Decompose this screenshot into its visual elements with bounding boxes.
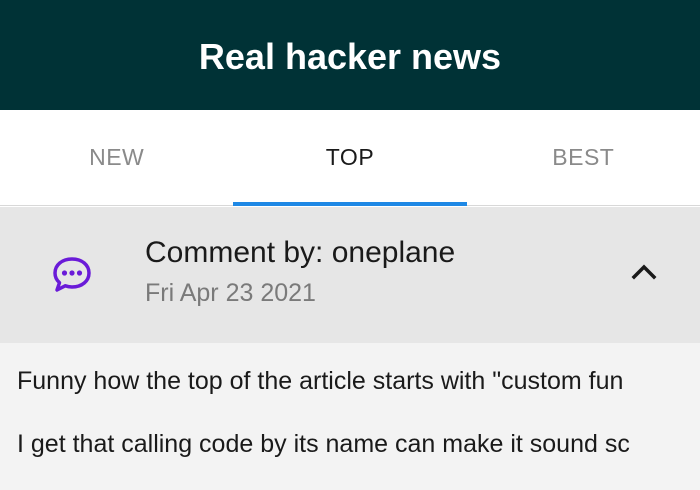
- comment-dots-icon: [53, 257, 91, 292]
- tab-bar: NEW TOP BEST: [0, 110, 700, 206]
- chevron-up-icon[interactable]: [628, 259, 660, 283]
- comment-paragraph: I get that calling code by its name can …: [17, 430, 630, 458]
- comment-header[interactable]: [0, 207, 700, 343]
- comment-date: Fri Apr 23 2021: [145, 279, 316, 307]
- tab-new-label: NEW: [89, 144, 145, 170]
- tab-top-label: TOP: [325, 144, 375, 170]
- tab-new[interactable]: NEW: [0, 110, 233, 205]
- app-bar: Real hacker news: [0, 0, 700, 110]
- tab-top[interactable]: TOP: [233, 110, 467, 206]
- comment-body: Funny how the top of the article starts …: [0, 343, 700, 490]
- app-title: Real hacker news: [198, 36, 502, 77]
- comment-paragraph: Funny how the top of the article starts …: [17, 367, 624, 395]
- active-tab-indicator: [233, 202, 467, 206]
- tab-best-label: BEST: [552, 144, 615, 170]
- comment-author: Comment by: oneplane: [145, 236, 456, 269]
- tab-best[interactable]: BEST: [467, 110, 700, 205]
